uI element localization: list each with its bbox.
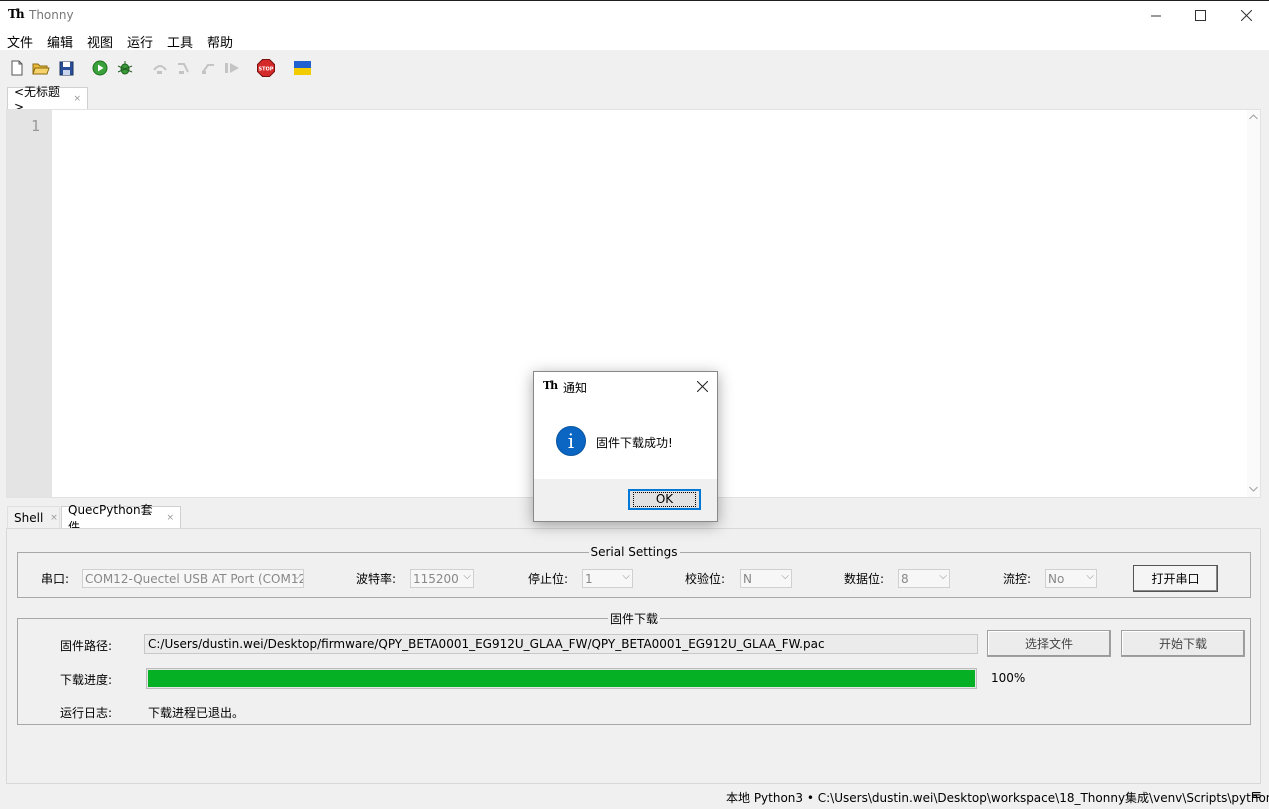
menu-tools[interactable]: 工具 bbox=[167, 32, 193, 51]
firmware-download-legend: 固件下载 bbox=[609, 612, 658, 626]
line-number-gutter bbox=[7, 110, 52, 497]
stopbits-select[interactable]: 1 ⌵ bbox=[582, 569, 633, 588]
run-icon bbox=[92, 60, 108, 76]
select-file-button[interactable]: 选择文件 bbox=[987, 630, 1111, 657]
port-label: 串口: bbox=[41, 572, 70, 586]
databits-select[interactable]: 8 ⌵ bbox=[898, 569, 950, 588]
maximize-button[interactable] bbox=[1177, 0, 1223, 30]
info-icon: i bbox=[556, 426, 586, 456]
stop-icon: STOP bbox=[257, 59, 275, 77]
parity-label: 校验位: bbox=[685, 572, 726, 586]
step-out-button[interactable] bbox=[199, 59, 217, 77]
progress-fill bbox=[148, 670, 975, 687]
flow-label: 流控: bbox=[1003, 572, 1032, 586]
tab-close-icon[interactable]: × bbox=[166, 513, 174, 523]
dialog-app-icon: Th bbox=[543, 379, 558, 392]
resume-button[interactable] bbox=[223, 59, 241, 77]
debug-button[interactable] bbox=[116, 59, 134, 77]
ok-button[interactable]: OK bbox=[628, 489, 701, 510]
close-icon bbox=[696, 380, 708, 392]
close-button[interactable] bbox=[1223, 0, 1269, 30]
interpreter-status[interactable]: 本地 Python3 • C:\Users\dustin.wei\Desktop… bbox=[726, 789, 1269, 806]
step-over-button[interactable] bbox=[151, 59, 169, 77]
scroll-down-icon[interactable] bbox=[1249, 486, 1258, 492]
log-value: 下载进程已退出。 bbox=[148, 706, 245, 720]
ok-button-label: OK bbox=[632, 492, 697, 507]
chevron-down-icon: ⌵ bbox=[622, 571, 630, 582]
parity-select[interactable]: N ⌵ bbox=[740, 569, 792, 588]
close-icon bbox=[1240, 9, 1252, 21]
firmware-path-label: 固件路径: bbox=[60, 639, 113, 653]
new-file-icon bbox=[11, 60, 23, 76]
tab-shell-label: Shell bbox=[14, 510, 44, 525]
step-into-button[interactable] bbox=[175, 59, 193, 77]
minimize-icon bbox=[1150, 15, 1161, 16]
status-menu-icon[interactable]: ≡ bbox=[1251, 788, 1262, 803]
open-file-icon bbox=[32, 63, 50, 74]
stopbits-value: 1 bbox=[585, 571, 593, 586]
step-into-icon bbox=[178, 63, 189, 74]
title-bar bbox=[0, 0, 1269, 31]
baud-label: 波特率: bbox=[356, 572, 397, 586]
chevron-down-icon: ⌵ bbox=[939, 571, 947, 582]
maximize-icon bbox=[1194, 9, 1206, 21]
menu-edit[interactable]: 编辑 bbox=[47, 32, 73, 51]
thonny-logo-icon: Th bbox=[8, 7, 25, 21]
window-title: Thonny bbox=[29, 8, 74, 22]
baud-select[interactable]: 115200 ⌵ bbox=[410, 569, 474, 588]
notification-dialog: Th 通知 i 固件下载成功! OK bbox=[533, 371, 718, 522]
tab-close-icon[interactable]: × bbox=[50, 513, 58, 523]
dialog-footer: OK bbox=[534, 479, 717, 521]
debug-icon bbox=[117, 61, 133, 75]
menu-run[interactable]: 运行 bbox=[127, 32, 153, 51]
databits-value: 8 bbox=[901, 571, 909, 586]
flow-value: No bbox=[1048, 571, 1065, 586]
parity-value: N bbox=[743, 571, 752, 586]
tab-shell[interactable]: Shell × bbox=[7, 506, 60, 528]
dialog-title: 通知 bbox=[563, 381, 588, 395]
dialog-message: 固件下载成功! bbox=[596, 436, 673, 450]
stop-button[interactable]: STOP bbox=[257, 59, 275, 77]
serial-settings-legend: Serial Settings bbox=[590, 545, 678, 559]
editor-tab[interactable]: <无标题> × bbox=[7, 85, 88, 114]
progress-percent: 100% bbox=[991, 671, 1026, 685]
run-button[interactable] bbox=[91, 59, 109, 77]
step-out-icon bbox=[202, 64, 214, 74]
save-button[interactable] bbox=[57, 59, 75, 77]
log-label: 运行日志: bbox=[60, 706, 113, 720]
stopbits-label: 停止位: bbox=[528, 572, 569, 586]
minimize-button[interactable] bbox=[1133, 0, 1179, 30]
ukraine-flag-button[interactable] bbox=[293, 59, 311, 77]
open-file-button[interactable] bbox=[32, 59, 50, 77]
new-file-button[interactable] bbox=[8, 59, 26, 77]
open-port-button[interactable]: 打开串口 bbox=[1133, 565, 1218, 592]
download-progress-bar bbox=[146, 668, 977, 689]
menu-file[interactable]: 文件 bbox=[7, 32, 33, 51]
databits-label: 数据位: bbox=[844, 572, 885, 586]
chevron-down-icon: ⌵ bbox=[781, 571, 789, 582]
editor-scrollbar[interactable] bbox=[1247, 110, 1260, 497]
tab-quecpython[interactable]: QuecPython套件 × bbox=[61, 503, 181, 534]
start-download-button[interactable]: 开始下载 bbox=[1121, 630, 1245, 657]
firmware-path-input[interactable]: C:/Users/dustin.wei/Desktop/firmware/QPY… bbox=[144, 634, 978, 654]
menu-help[interactable]: 帮助 bbox=[207, 32, 233, 51]
baud-value: 115200 bbox=[413, 571, 459, 586]
dialog-close-button[interactable] bbox=[694, 378, 710, 394]
save-icon bbox=[59, 61, 73, 75]
stop-label: STOP bbox=[259, 67, 274, 73]
chevron-down-icon: ⌵ bbox=[1086, 571, 1094, 582]
flow-select[interactable]: No ⌵ bbox=[1045, 569, 1097, 588]
menu-view[interactable]: 视图 bbox=[87, 32, 113, 51]
tab-close-icon[interactable]: × bbox=[73, 94, 81, 104]
chevron-down-icon: ⌵ bbox=[463, 571, 471, 582]
line-number: 1 bbox=[31, 117, 41, 135]
port-value: COM12-Quectel USB AT Port (COM12 bbox=[85, 571, 304, 586]
step-over-icon bbox=[153, 65, 167, 74]
ukraine-flag-icon bbox=[293, 61, 311, 75]
port-select[interactable]: COM12-Quectel USB AT Port (COM12 ⌵ bbox=[82, 569, 304, 588]
resume-icon bbox=[225, 63, 239, 73]
chevron-down-icon: ⌵ bbox=[293, 571, 301, 582]
scroll-up-icon[interactable] bbox=[1249, 114, 1258, 120]
progress-label: 下载进度: bbox=[60, 673, 113, 687]
